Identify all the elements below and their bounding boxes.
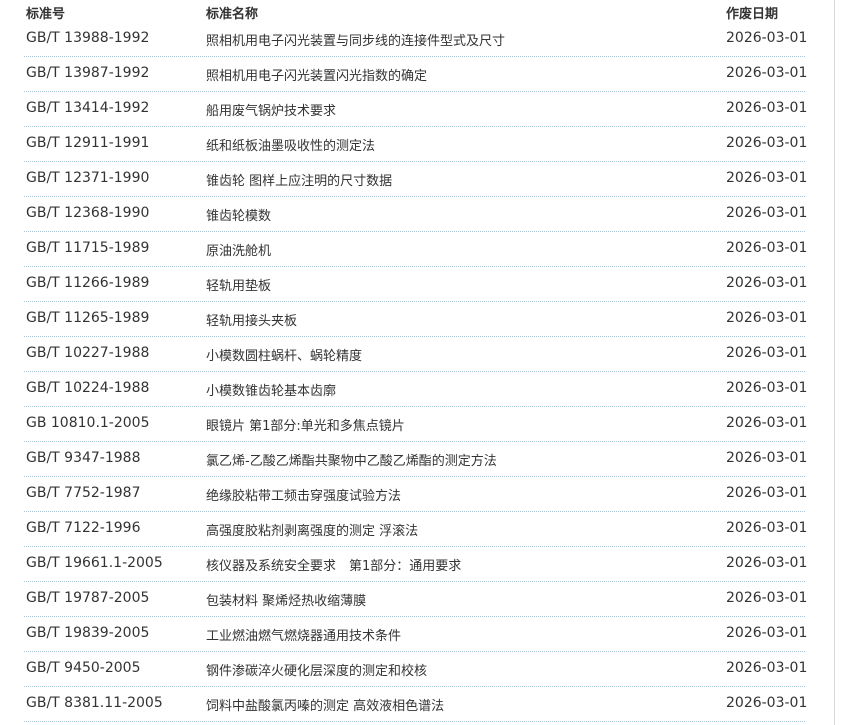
table-body: GB/T 13988-1992 照相机用电子闪光装置与同步线的连接件型式及尺寸 20… (24, 22, 808, 722)
obsolete-date: 2026-03-01 (726, 205, 808, 221)
column-header-date: 作废日期 (726, 7, 779, 22)
obsolete-date: 2026-03-01 (726, 240, 808, 256)
obsolete-date: 2026-03-01 (726, 415, 808, 431)
standard-code-link[interactable]: GB/T 11265-1989 (26, 310, 149, 326)
standard-code-link[interactable]: GB/T 10224-1988 (26, 380, 149, 396)
table-header: 标准号 标准名称 作废日期 (24, 0, 805, 22)
standard-code-link[interactable]: GB/T 11715-1989 (26, 240, 149, 256)
standard-code-link[interactable]: GB/T 13988-1992 (26, 30, 149, 46)
table-row[interactable]: GB/T 19661.1-2005 核仪器及系统安全要求 第1部分：通用要求 202… (24, 547, 808, 582)
obsolete-date: 2026-03-01 (726, 135, 808, 151)
standard-name-link[interactable]: 包装材料 聚烯烃热收缩薄膜 (206, 590, 366, 609)
table-row[interactable]: GB/T 13987-1992 照相机用电子闪光装置闪光指数的确定 2026-03-… (24, 57, 808, 92)
standard-name-link[interactable]: 原油洗舱机 (206, 240, 271, 259)
standards-table: 标准号 标准名称 作废日期 GB/T 13988-1992 照相机用电子闪光装置与… (24, 0, 808, 722)
standard-code-link[interactable]: GB/T 13987-1992 (26, 65, 149, 81)
standard-code-link[interactable]: GB/T 12371-1990 (26, 170, 149, 186)
table-row[interactable]: GB 10810.1-2005 眼镜片 第1部分:单光和多焦点镜片 2026-03-… (24, 407, 808, 442)
table-row[interactable]: GB/T 13988-1992 照相机用电子闪光装置与同步线的连接件型式及尺寸 20… (24, 22, 808, 57)
table-row[interactable]: GB/T 10224-1988 小模数锥齿轮基本齿廓 2026-03-01 (24, 372, 808, 407)
standard-name-link[interactable]: 高强度胶粘剂剥离强度的测定 浮滚法 (206, 520, 418, 539)
table-row[interactable]: GB/T 11265-1989 轻轨用接头夹板 2026-03-01 (24, 302, 808, 337)
obsolete-date: 2026-03-01 (726, 310, 808, 326)
table-row[interactable]: GB/T 19787-2005 包装材料 聚烯烃热收缩薄膜 2026-03-01 (24, 582, 808, 617)
standard-code-link[interactable]: GB/T 12368-1990 (26, 205, 149, 221)
obsolete-date: 2026-03-01 (726, 485, 808, 501)
standard-code-link[interactable]: GB 10810.1-2005 (26, 415, 149, 431)
obsolete-date: 2026-03-01 (726, 100, 808, 116)
standard-code-link[interactable]: GB/T 7122-1996 (26, 520, 140, 536)
table-row[interactable]: GB/T 12371-1990 锥齿轮 图样上应注明的尺寸数据 2026-03-01 (24, 162, 808, 197)
standard-name-link[interactable]: 轻轨用接头夹板 (206, 310, 297, 329)
obsolete-date: 2026-03-01 (726, 660, 808, 676)
column-header-name: 标准名称 (206, 7, 259, 22)
table-row[interactable]: GB/T 19839-2005 工业燃油燃气燃烧器通用技术条件 2026-03-01 (24, 617, 808, 652)
table-row[interactable]: GB/T 13414-1992 船用废气锅炉技术要求 2026-03-01 (24, 92, 808, 127)
standard-code-link[interactable]: GB/T 19661.1-2005 (26, 555, 163, 571)
standard-name-link[interactable]: 核仪器及系统安全要求 第1部分：通用要求 (206, 555, 461, 574)
standards-list-panel: 标准号 标准名称 作废日期 GB/T 13988-1992 照相机用电子闪光装置与… (0, 0, 835, 725)
table-row[interactable]: GB/T 9450-2005 钢件渗碳淬火硬化层深度的测定和校核 2026-03-0… (24, 652, 808, 687)
obsolete-date: 2026-03-01 (726, 590, 808, 606)
standard-name-link[interactable]: 工业燃油燃气燃烧器通用技术条件 (206, 625, 401, 644)
standard-name-link[interactable]: 饲料中盐酸氯丙嗪的测定 高效液相色谱法 (206, 695, 444, 714)
standard-code-link[interactable]: GB/T 10227-1988 (26, 345, 149, 361)
standard-name-link[interactable]: 船用废气锅炉技术要求 (206, 100, 336, 119)
table-row[interactable]: GB/T 11715-1989 原油洗舱机 2026-03-01 (24, 232, 808, 267)
standard-code-link[interactable]: GB/T 9347-1988 (26, 450, 140, 466)
standard-code-link[interactable]: GB/T 19787-2005 (26, 590, 149, 606)
standard-name-link[interactable]: 锥齿轮模数 (206, 205, 271, 224)
standard-code-link[interactable]: GB/T 7752-1987 (26, 485, 140, 501)
standard-code-link[interactable]: GB/T 11266-1989 (26, 275, 149, 291)
standard-name-link[interactable]: 纸和纸板油墨吸收性的测定法 (206, 135, 375, 154)
table-row[interactable]: GB/T 12368-1990 锥齿轮模数 2026-03-01 (24, 197, 808, 232)
table-row[interactable]: GB/T 8381.11-2005 饲料中盐酸氯丙嗪的测定 高效液相色谱法 2026… (24, 687, 808, 722)
obsolete-date: 2026-03-01 (726, 275, 808, 291)
obsolete-date: 2026-03-01 (726, 170, 808, 186)
column-header-code: 标准号 (26, 7, 66, 22)
standard-name-link[interactable]: 小模数圆柱蜗杆、蜗轮精度 (206, 345, 362, 364)
table-row[interactable]: GB/T 10227-1988 小模数圆柱蜗杆、蜗轮精度 2026-03-01 (24, 337, 808, 372)
standard-name-link[interactable]: 照相机用电子闪光装置闪光指数的确定 (206, 65, 427, 84)
standard-code-link[interactable]: GB/T 8381.11-2005 (26, 695, 163, 711)
obsolete-date: 2026-03-01 (726, 695, 808, 711)
table-row[interactable]: GB/T 9347-1988 氯乙烯-乙酸乙烯酯共聚物中乙酸乙烯酯的测定方法 202… (24, 442, 808, 477)
obsolete-date: 2026-03-01 (726, 380, 808, 396)
standard-name-link[interactable]: 锥齿轮 图样上应注明的尺寸数据 (206, 170, 392, 189)
obsolete-date: 2026-03-01 (726, 65, 808, 81)
standard-name-link[interactable]: 眼镜片 第1部分:单光和多焦点镜片 (206, 415, 405, 434)
obsolete-date: 2026-03-01 (726, 625, 808, 641)
table-row[interactable]: GB/T 7752-1987 绝缘胶粘带工频击穿强度试验方法 2026-03-01 (24, 477, 808, 512)
standard-name-link[interactable]: 小模数锥齿轮基本齿廓 (206, 380, 336, 399)
standard-code-link[interactable]: GB/T 12911-1991 (26, 135, 149, 151)
table-row[interactable]: GB/T 7122-1996 高强度胶粘剂剥离强度的测定 浮滚法 2026-03-0… (24, 512, 808, 547)
table-row[interactable]: GB/T 12911-1991 纸和纸板油墨吸收性的测定法 2026-03-01 (24, 127, 808, 162)
standard-name-link[interactable]: 钢件渗碳淬火硬化层深度的测定和校核 (206, 660, 427, 679)
standard-name-link[interactable]: 氯乙烯-乙酸乙烯酯共聚物中乙酸乙烯酯的测定方法 (206, 450, 497, 469)
obsolete-date: 2026-03-01 (726, 450, 808, 466)
obsolete-date: 2026-03-01 (726, 30, 808, 46)
standard-code-link[interactable]: GB/T 9450-2005 (26, 660, 140, 676)
standard-name-link[interactable]: 轻轨用垫板 (206, 275, 271, 294)
standard-name-link[interactable]: 绝缘胶粘带工频击穿强度试验方法 (206, 485, 401, 504)
standard-name-link[interactable]: 照相机用电子闪光装置与同步线的连接件型式及尺寸 (206, 30, 505, 49)
table-row[interactable]: GB/T 11266-1989 轻轨用垫板 2026-03-01 (24, 267, 808, 302)
standard-code-link[interactable]: GB/T 13414-1992 (26, 100, 149, 116)
obsolete-date: 2026-03-01 (726, 345, 808, 361)
standard-code-link[interactable]: GB/T 19839-2005 (26, 625, 149, 641)
obsolete-date: 2026-03-01 (726, 520, 808, 536)
obsolete-date: 2026-03-01 (726, 555, 808, 571)
